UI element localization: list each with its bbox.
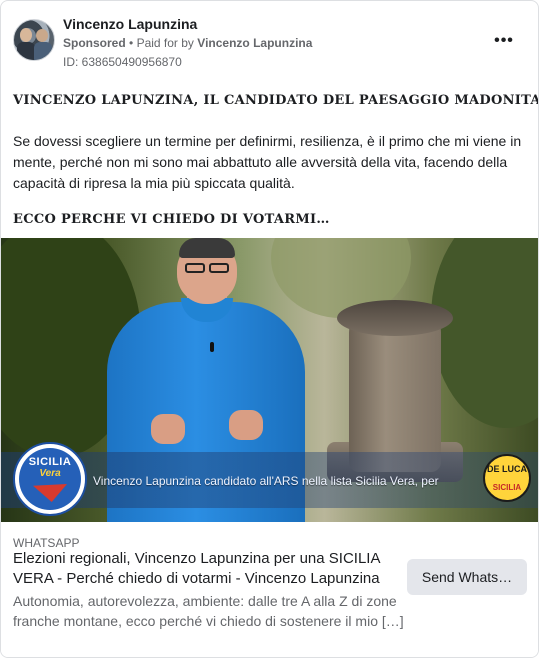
link-title[interactable]: Elezioni regionali, Vincenzo Lapunzina p… bbox=[13, 549, 405, 589]
avatar-face-right bbox=[36, 29, 48, 42]
speaker-hair bbox=[179, 238, 235, 258]
logo-left-line2: Vera bbox=[39, 468, 61, 479]
post-headline-1: VINCENZO LAPUNZINA, IL CANDIDATO DEL PAE… bbox=[13, 93, 539, 108]
speaker-hand-right bbox=[229, 410, 263, 440]
foliage-right bbox=[431, 238, 538, 428]
speaker-glasses bbox=[183, 263, 231, 273]
link-preview[interactable]: WHATSAPP Elezioni regionali, Vincenzo La… bbox=[1, 522, 538, 657]
sponsored-post-card: Vincenzo Lapunzina Sponsored • Paid for … bbox=[0, 0, 539, 658]
speaker-hand-left bbox=[151, 414, 185, 444]
post-headline-2: ECCO PERCHE VI CHIEDO DI VOTARMI… bbox=[13, 212, 330, 227]
paid-for-name: Vincenzo Lapunzina bbox=[197, 36, 313, 50]
link-description: Autonomia, autorevolezza, ambiente: dall… bbox=[13, 593, 404, 629]
post-body-text: Se dovessi scegliere un termine per defi… bbox=[13, 133, 522, 191]
logo-left-line1: SICILIA bbox=[28, 456, 72, 468]
sicilia-vera-logo: SICILIA Vera bbox=[13, 442, 87, 516]
avatar-face-left bbox=[20, 28, 32, 42]
avatar-body-left bbox=[17, 42, 35, 60]
paid-for-prefix: Paid for by bbox=[136, 36, 194, 50]
separator-dot: • bbox=[129, 36, 134, 50]
sponsored-line: Sponsored • Paid for by Vincenzo Lapunzi… bbox=[63, 36, 312, 50]
send-whatsapp-button[interactable]: Send Whats… bbox=[407, 559, 527, 595]
avatar-body-right bbox=[34, 42, 52, 60]
page-avatar[interactable] bbox=[13, 19, 55, 61]
page-name-link[interactable]: Vincenzo Lapunzina bbox=[63, 16, 197, 32]
ad-id: ID: 638650490956870 bbox=[63, 55, 182, 69]
logo-right-line2: SICILIA bbox=[492, 483, 522, 492]
video-caption-text: Vincenzo Lapunzina candidato all'ARS nel… bbox=[93, 474, 439, 488]
video-thumbnail[interactable]: Vincenzo Lapunzina candidato all'ARS nel… bbox=[1, 238, 538, 522]
link-source: WHATSAPP bbox=[13, 536, 80, 550]
sponsored-label: Sponsored bbox=[63, 36, 126, 50]
stone-pillar-top bbox=[337, 300, 453, 336]
logo-right-line1: DE LUCA bbox=[487, 464, 527, 474]
lapel-mic-icon bbox=[210, 342, 214, 352]
more-options-icon[interactable]: ••• bbox=[492, 33, 516, 51]
post-header: Vincenzo Lapunzina Sponsored • Paid for … bbox=[13, 15, 526, 71]
de-luca-logo: DE LUCA SICILIA bbox=[483, 454, 531, 502]
